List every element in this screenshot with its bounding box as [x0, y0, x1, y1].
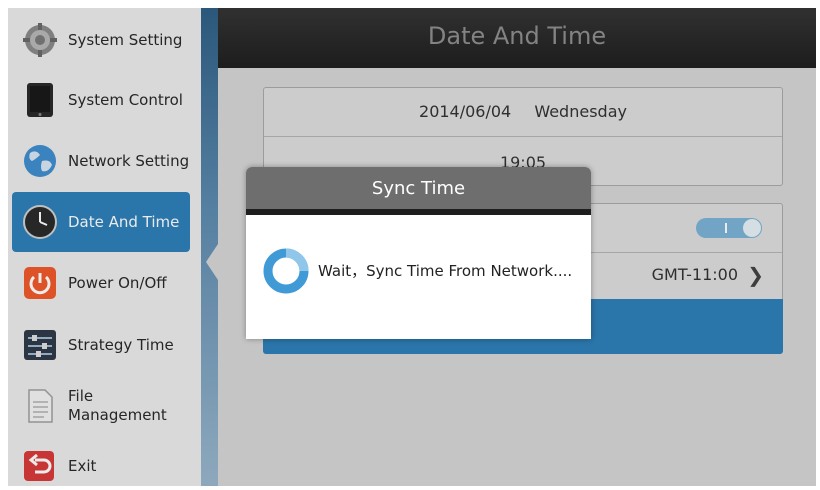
dialog-title: Sync Time [371, 178, 466, 199]
app-window: System Setting System Control Network Se… [8, 8, 816, 486]
dialog-separator [246, 209, 591, 215]
dialog-header: Sync Time [246, 167, 591, 209]
loading-spinner-icon [262, 247, 310, 295]
dialog-message: Wait，Sync Time From Network.... [318, 262, 573, 280]
sync-time-dialog: Sync Time Wait，Sync Time From Network...… [246, 167, 591, 339]
